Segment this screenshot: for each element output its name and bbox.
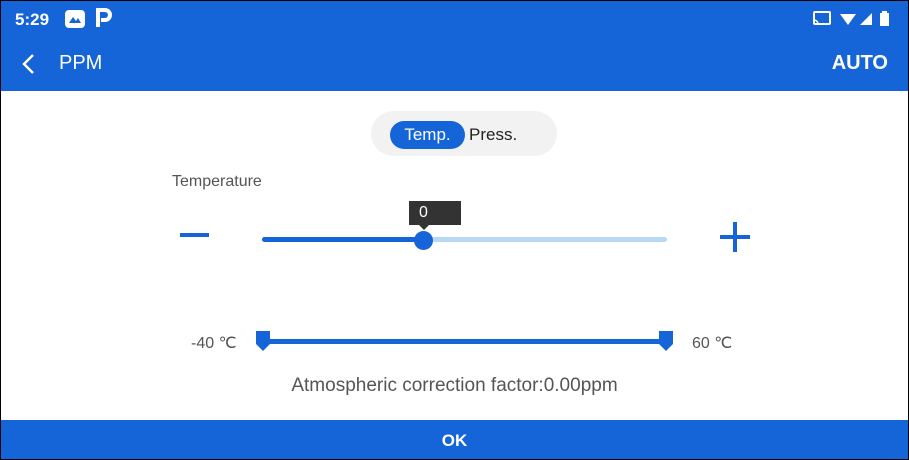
range-min-handle[interactable] (256, 331, 270, 351)
back-icon[interactable] (13, 49, 43, 79)
app-bar: PPM AUTO (1, 37, 908, 91)
minus-icon[interactable] (171, 218, 215, 252)
slider-value-tooltip: 0 (409, 201, 461, 230)
tab-temp[interactable]: Temp. (390, 121, 465, 149)
parking-icon (95, 7, 113, 35)
status-time: 5:29 (15, 10, 50, 29)
ok-button[interactable]: OK (1, 420, 908, 459)
range-max-handle[interactable] (659, 331, 673, 351)
page-title: PPM (59, 52, 103, 74)
tab-press[interactable]: Press. (469, 121, 529, 149)
range-max-label: 60 ℃ (692, 335, 733, 352)
range-track (262, 339, 673, 344)
cast-icon (813, 11, 831, 25)
mode-toggle: Temp. Press. (371, 111, 557, 156)
battery-icon (880, 11, 889, 26)
temperature-label: Temperature (172, 173, 262, 190)
signal-icon (860, 13, 872, 25)
status-bar: 5:29 (1, 1, 908, 37)
auto-button[interactable]: AUTO (832, 52, 888, 75)
plus-icon[interactable] (713, 215, 757, 259)
slider-fill (262, 237, 424, 242)
range-min-label: -40 ℃ (191, 335, 237, 352)
status-icons (812, 9, 902, 29)
correction-factor-text: Atmospheric correction factor:0.00ppm (291, 375, 618, 396)
app-frame: 5:29 PPM AUTO Temp. Press. Temperature 0… (0, 0, 909, 460)
slider-thumb[interactable] (414, 231, 433, 250)
gallery-icon (65, 10, 85, 28)
temperature-slider[interactable] (262, 237, 667, 242)
wifi-icon (840, 14, 856, 25)
